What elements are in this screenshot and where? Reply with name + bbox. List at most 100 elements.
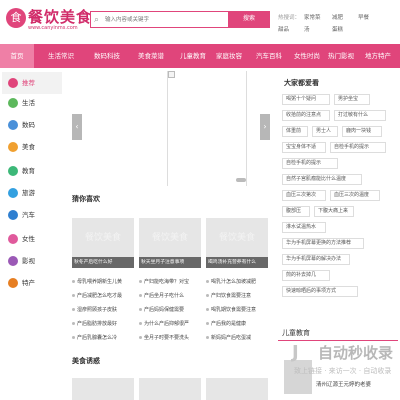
tag-link[interactable]: 鹿肉一块钱 (342, 126, 382, 137)
list-item[interactable]: 产后减肥怎么吃才最 (72, 292, 136, 300)
list-item[interactable]: 喝乳汁怎么加坡减肥 (206, 278, 272, 286)
search-button[interactable]: 搜索 (228, 11, 270, 28)
sidebar-item-label: 特产 (22, 279, 35, 287)
article-card[interactable]: 餐饮美食 秋天坐月子注意事项 (139, 218, 201, 268)
specialty-icon (8, 278, 18, 288)
nav-item[interactable]: 生活常识 (40, 44, 82, 68)
sidebar-item-film[interactable]: 影视 (2, 250, 62, 272)
life-icon (8, 98, 18, 108)
main-nav: 首页 生活常识 数码科技 美食菜谱 儿童教育 家庭妆容 汽车百科 女性时尚 热门… (0, 44, 400, 68)
card-logo: 餐饮美食 (84, 233, 121, 243)
hotword-link[interactable]: 汤 (304, 25, 310, 33)
lure-section-title: 美食诱惑 (72, 357, 100, 365)
sidebar-item-label: 生活 (22, 99, 35, 107)
article-card[interactable] (139, 378, 201, 400)
tag-link[interactable]: 快速晾晒后的事项方式 (282, 286, 358, 297)
sidebar-item-life[interactable]: 生活 (2, 92, 62, 114)
search-box: ⌕ 搜索 (90, 11, 270, 28)
list-item[interactable]: 为什么产后抑郁很严 (139, 320, 203, 328)
list-item[interactable]: 产后脂肪排放最好 (72, 320, 136, 328)
nav-item[interactable]: 汽车百科 (248, 44, 290, 68)
carousel-next-button[interactable]: › (260, 114, 270, 140)
sidebar-item-education[interactable]: 教育 (2, 160, 62, 182)
hotword-link[interactable]: 家常菜 (304, 13, 321, 21)
tag-link[interactable]: 自检手机的提示 (330, 142, 386, 153)
sidebar-item-label: 女性 (22, 235, 35, 243)
sidebar-item-food[interactable]: 美食 (2, 136, 62, 158)
list-item[interactable]: 产妇饮食需要注意 (206, 292, 272, 300)
hotword-link[interactable]: 早餐 (358, 13, 369, 21)
travel-icon (8, 188, 18, 198)
nav-item[interactable]: 美食菜谱 (130, 44, 172, 68)
article-card[interactable]: 餐饮美食 喝鸡汤补充营养有什么 (206, 218, 268, 268)
tag-link[interactable]: 男护坐宝 (334, 94, 370, 105)
hotword-link[interactable]: 甜品 (278, 25, 289, 33)
tag-link[interactable]: 自检手机的提示 (282, 158, 338, 169)
tag-link[interactable]: 华为手机屏幕的解决办法 (282, 254, 350, 265)
sidebar-item-label: 旅游 (22, 189, 35, 197)
sidebar-item-label: 推荐 (22, 79, 35, 87)
search-icon: ⌕ (94, 15, 100, 25)
site-logo[interactable]: 食 餐饮美食 www.canyinms.com (6, 6, 92, 36)
list-item[interactable]: 产后我的是健康 (206, 320, 272, 328)
card-image (72, 378, 134, 400)
watermark-logo-icon: J (292, 342, 299, 363)
sidebar-item-label: 汽车 (22, 211, 35, 219)
nav-item[interactable]: 地方特产 (356, 44, 400, 68)
sidebar-item-recommend[interactable]: 推荐 (2, 72, 62, 94)
tag-link[interactable]: 血压三次第次 (282, 190, 326, 201)
logo-mark-icon: 食 (6, 8, 26, 28)
list-item[interactable]: 产妇能吃海带？对宝 (139, 278, 203, 286)
card-caption: 秋天坐月子注意事项 (139, 257, 201, 268)
sidebar-item-digital[interactable]: 数码 (2, 114, 62, 136)
list-item[interactable]: 产后妈妈保健需要 (139, 306, 203, 314)
hotword-link[interactable]: 减肥 (332, 13, 343, 21)
sidebar-item-car[interactable]: 汽车 (2, 204, 62, 226)
article-card[interactable] (206, 378, 268, 400)
tag-link[interactable]: 男士人 (312, 126, 338, 137)
guess-section-title: 猜你喜欢 (72, 195, 100, 203)
tag-link[interactable]: 自然子宫肌瘤能比什么温度 (282, 174, 362, 185)
tag-link[interactable]: 华为手机屏幕更换的方法推荐 (282, 238, 364, 249)
list-item[interactable]: 湿疹照顾孩子皮肤 (72, 306, 136, 314)
tag-link[interactable]: 收拾前的注意点 (282, 110, 330, 121)
sidebar-item-label: 影视 (22, 257, 35, 265)
tag-link[interactable]: 体重前 (282, 126, 308, 137)
list-item[interactable]: 新妈妈产后吃蛋减 (206, 334, 272, 342)
list-item[interactable]: 产后乳腺囊怎么冷 (72, 334, 136, 342)
card-caption: 秋冬产后吃什么好 (72, 257, 134, 268)
card-image (139, 378, 201, 400)
sidebar-item-label: 美食 (22, 143, 35, 151)
sidebar-item-label: 教育 (22, 167, 35, 175)
watermark-subtext: 致上链接 · 来访一次 · 自动收录 (294, 367, 392, 375)
tag-link[interactable]: 下腹大痛上来 (314, 206, 354, 217)
tag-link[interactable]: 血压三次的温度 (330, 190, 380, 201)
recommend-icon (8, 78, 18, 88)
list-item[interactable]: 产后坐月子吃什么 (139, 292, 203, 300)
tag-link[interactable]: 淋水试温热水 (282, 222, 326, 233)
film-icon (8, 256, 18, 266)
list-item[interactable]: 坐月子时要不要洗头 (139, 334, 203, 342)
list-item[interactable]: 母乳喂养期新生儿黄 (72, 278, 136, 286)
banner-image[interactable] (167, 71, 247, 186)
carousel-prev-button[interactable]: ‹ (72, 114, 82, 140)
list-item[interactable]: 喝乳期饮食需要注意 (206, 306, 272, 314)
sidebar-item-specialty[interactable]: 特产 (2, 272, 62, 294)
hotword-link[interactable]: 蛋糕 (332, 25, 343, 33)
tag-link[interactable]: 喝粥十个疑问 (282, 94, 330, 105)
search-input[interactable] (105, 13, 225, 26)
digital-icon (8, 120, 18, 130)
carousel-dot[interactable] (236, 178, 246, 182)
article-card[interactable]: 餐饮美食 秋冬产后吃什么好 (72, 218, 134, 268)
tag-link[interactable]: 宝宝身体不适 (282, 142, 326, 153)
article-card[interactable] (72, 378, 134, 400)
nav-item[interactable]: 家庭妆容 (208, 44, 250, 68)
nav-home[interactable]: 首页 (0, 44, 34, 68)
tag-link[interactable]: 煎的补去掉几 (282, 270, 330, 281)
nav-item[interactable]: 数码科技 (86, 44, 128, 68)
sidebar-item-women[interactable]: 女性 (2, 228, 62, 250)
tag-link[interactable]: 腹部压 (282, 206, 310, 217)
card-image (206, 378, 268, 400)
sidebar-item-travel[interactable]: 旅游 (2, 182, 62, 204)
tag-link[interactable]: 打过敏有什么 (334, 110, 386, 121)
